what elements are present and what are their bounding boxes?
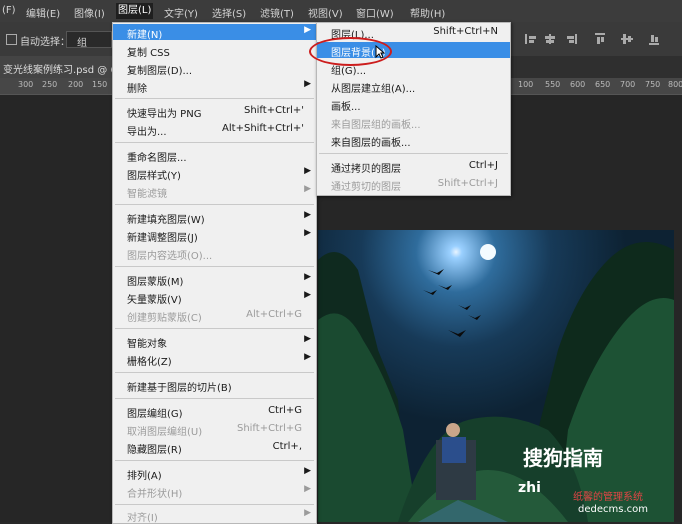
ruler-tick: 550: [545, 80, 561, 89]
menu-item-hide-layers[interactable]: 隐藏图层(R) Ctrl+,: [113, 439, 316, 456]
menu-item-delete[interactable]: 删除 ▶: [113, 78, 316, 95]
menu-select[interactable]: 选择(S): [212, 5, 246, 20]
menu-image[interactable]: 图像(I): [74, 5, 105, 20]
auto-select-label: 自动选择：: [20, 37, 70, 48]
jungle-scene-image: [318, 242, 674, 522]
menu-separator: [115, 372, 314, 373]
menu-item-vector-mask[interactable]: 矢量蒙版(V) ▶: [113, 289, 316, 306]
site-watermark-en: dedecms.com: [578, 504, 648, 515]
document-tab-title: 变光线案例练习.psd @ 66: [3, 65, 124, 76]
ruler-tick: 750: [645, 80, 661, 89]
ruler-tick: 800: [668, 80, 682, 89]
site-watermark-cn: 纸馨的管理系统: [573, 492, 643, 503]
menu-separator: [115, 142, 314, 143]
menu-layer[interactable]: 图层(L): [116, 3, 154, 19]
menu-separator: [115, 204, 314, 205]
menu-item-export-as[interactable]: 导出为... Alt+Shift+Ctrl+': [113, 121, 316, 138]
menu-separator: [115, 504, 314, 505]
menu-item-layer-mask[interactable]: 图层蒙版(M) ▶: [113, 271, 316, 288]
ruler-tick: 150: [92, 80, 108, 89]
menu-separator: [115, 98, 314, 99]
menu-item-arrange[interactable]: 排列(A) ▶: [113, 465, 316, 482]
menu-item-create-clipping-mask[interactable]: 创建剪贴蒙版(C) Alt+Ctrl+G: [113, 307, 316, 324]
menu-item-smart-object[interactable]: 智能对象 ▶: [113, 333, 316, 350]
layer-menu: 新建(N) ▶ 复制 CSS 复制图层(D)... 删除 ▶ 快速导出为 PNG Sh…: [112, 22, 317, 524]
menu-file[interactable]: (F): [2, 5, 16, 16]
menu-separator: [115, 328, 314, 329]
menu-item-new-adjustment-layer[interactable]: 新建调整图层(J) ▶: [113, 227, 316, 244]
menu-edit[interactable]: 编辑(E): [26, 5, 60, 20]
ruler-tick: 200: [68, 80, 84, 89]
menu-item-rasterize[interactable]: 栅格化(Z) ▶: [113, 351, 316, 368]
auto-select-checkbox[interactable]: [6, 34, 17, 45]
menu-item-new[interactable]: 新建(N) ▶: [113, 24, 316, 41]
menu-item-smart-filter[interactable]: 智能滤镜 ▶: [113, 183, 316, 200]
menu-item-duplicate-layer[interactable]: 复制图层(D)...: [113, 60, 316, 77]
menu-item-ungroup-layers[interactable]: 取消图层编组(U) Shift+Ctrl+G: [113, 421, 316, 438]
menu-item-group-layers[interactable]: 图层编组(G) Ctrl+G: [113, 403, 316, 420]
menu-item-quick-export-png[interactable]: 快速导出为 PNG Shift+Ctrl+': [113, 103, 316, 120]
ruler-tick: 600: [570, 80, 586, 89]
menu-separator: [115, 460, 314, 461]
canvas-artwork: 搜狗指南 zhi 纸馨的管理系统 dedecms.com: [318, 230, 674, 522]
sogou-watermark: 搜狗指南: [523, 446, 603, 470]
ruler-tick: 650: [595, 80, 611, 89]
submenu-item-layer-via-copy[interactable]: 通过拷贝的图层 Ctrl+J: [317, 158, 510, 175]
menu-separator: [319, 153, 508, 154]
menu-item-layer-style[interactable]: 图层样式(Y) ▶: [113, 165, 316, 182]
document-tab[interactable]: 变光线案例练习.psd @ 66: [0, 56, 123, 78]
menu-separator: [115, 266, 314, 267]
auto-select-value: 组: [77, 38, 87, 49]
menu-bar: (F) 编辑(E) 图像(I) 图层(L) 文字(Y) 选择(S) 滤镜(T) …: [0, 0, 682, 22]
menu-item-layer-content-options[interactable]: 图层内容选项(O)...: [113, 245, 316, 262]
menu-item-rename-layer[interactable]: 重命名图层...: [113, 147, 316, 164]
menu-window[interactable]: 窗口(W): [356, 5, 394, 20]
menu-item-copy-css[interactable]: 复制 CSS: [113, 42, 316, 59]
align-icons[interactable]: [525, 33, 675, 45]
ruler-tick: 300: [18, 80, 34, 89]
menu-item-combine-shapes[interactable]: 合并形状(H) ▶: [113, 483, 316, 500]
menu-view[interactable]: 视图(V): [308, 5, 343, 20]
submenu-item-artboard-from-group[interactable]: 来自图层组的画板...: [317, 114, 510, 131]
auto-select-dropdown[interactable]: 组: [66, 31, 112, 49]
submenu-item-layer-via-cut[interactable]: 通过剪切的图层 Shift+Ctrl+J: [317, 176, 510, 193]
menu-item-align[interactable]: 对齐(I) ▶: [113, 507, 316, 524]
annotation-ring: [309, 37, 392, 66]
submenu-item-group-from-layers[interactable]: 从图层建立组(A)...: [317, 78, 510, 95]
menu-type[interactable]: 文字(Y): [164, 5, 198, 20]
menu-separator: [115, 398, 314, 399]
submenu-item-artboard-from-layers[interactable]: 来自图层的画板...: [317, 132, 510, 149]
menu-item-new-fill-layer[interactable]: 新建填充图层(W) ▶: [113, 209, 316, 226]
menu-filter[interactable]: 滤镜(T): [260, 5, 294, 20]
ruler-tick: 700: [620, 80, 636, 89]
sogou-latin-watermark: zhi: [518, 480, 541, 496]
submenu-item-artboard[interactable]: 画板...: [317, 96, 510, 113]
menu-item-new-layer-based-slice[interactable]: 新建基于图层的切片(B): [113, 377, 316, 394]
menu-help[interactable]: 帮助(H): [410, 5, 445, 20]
ruler-tick: 100: [518, 80, 534, 89]
ruler-tick: 250: [42, 80, 58, 89]
